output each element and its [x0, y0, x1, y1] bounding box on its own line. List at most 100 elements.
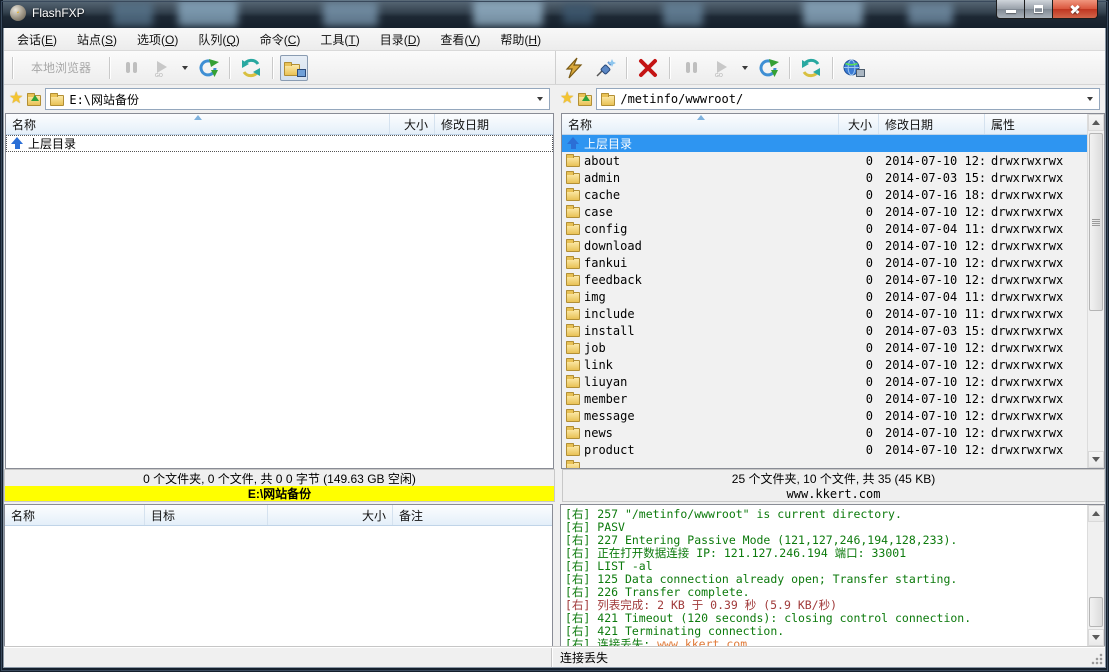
table-row[interactable]: install02014-07-03 15:55drwxrwxrwx	[562, 322, 1087, 339]
site-browser-button[interactable]	[840, 55, 868, 81]
start-queue-dropdown[interactable]	[179, 55, 191, 81]
menu-item-D[interactable]: 目录(D)	[371, 28, 430, 51]
scroll-up-button[interactable]	[1088, 114, 1104, 131]
menu-item-S[interactable]: 站点(S)	[68, 28, 126, 51]
refresh-button[interactable]	[237, 55, 265, 81]
up-directory-row[interactable]: 上层目录	[6, 135, 553, 152]
close-button[interactable]	[1053, 0, 1098, 19]
resize-grip[interactable]	[1091, 653, 1103, 665]
pause-queue-button[interactable]	[117, 55, 145, 81]
table-row[interactable]: member02014-07-10 12:47drwxrwxrwx	[562, 390, 1087, 407]
toolbar-separator	[832, 57, 833, 79]
remote-refresh-button[interactable]	[797, 55, 825, 81]
row-date-cell: 2014-07-10 12:47	[879, 237, 985, 254]
remote-path-value: /metinfo/wwwroot/	[620, 92, 1077, 106]
log-text: [右] LIST -al	[565, 559, 653, 573]
remote-transfer-button[interactable]	[754, 55, 782, 81]
minimize-button[interactable]	[996, 0, 1025, 19]
titlebar[interactable]: FlashFXP	[3, 0, 1106, 28]
table-row[interactable]: download02014-07-10 12:47drwxrwxrwx	[562, 237, 1087, 254]
column-header-note[interactable]: 备注	[393, 505, 552, 525]
column-header-size[interactable]: 大小	[839, 114, 879, 134]
column-header-date[interactable]: 修改日期	[879, 114, 985, 134]
column-header-name[interactable]: 名称	[562, 114, 839, 134]
log-scrollbar[interactable]	[1087, 505, 1104, 646]
table-row[interactable]: message02014-07-10 12:47drwxrwxrwx	[562, 407, 1087, 424]
menu-item-Q[interactable]: 队列(Q)	[189, 28, 248, 51]
menu-item-T[interactable]: 工具(T)	[311, 28, 368, 51]
scroll-up-button[interactable]	[1088, 505, 1104, 522]
table-row[interactable]: link02014-07-10 12:47drwxrwxrwx	[562, 356, 1087, 373]
menu-item-H[interactable]: 帮助(H)	[491, 28, 550, 51]
scroll-down-button[interactable]	[1088, 451, 1104, 468]
minimize-icon	[1006, 10, 1016, 13]
table-row[interactable]: feedback02014-07-10 12:47drwxrwxrwx	[562, 271, 1087, 288]
table-row[interactable]: liuyan02014-07-10 12:47drwxrwxrwx	[562, 373, 1087, 390]
local-path-dropdown[interactable]	[532, 90, 547, 108]
column-header-name[interactable]: 名称	[6, 114, 390, 134]
column-header-size[interactable]: 大小	[390, 114, 435, 134]
local-browser-button[interactable]: 本地浏览器	[20, 55, 102, 81]
queue-list	[5, 526, 552, 646]
parent-folder-icon[interactable]	[578, 95, 592, 106]
row-date-cell: 2014-07-10 12:47	[879, 152, 985, 169]
pane-splitter[interactable]	[553, 504, 560, 647]
log-text: [右] 421 Timeout (120 seconds): closing c…	[565, 611, 971, 625]
table-row[interactable]: product02014-07-10 12:47drwxrwxrwx	[562, 441, 1087, 458]
disconnect-button[interactable]	[634, 55, 662, 81]
scrollbar-track[interactable]	[1088, 522, 1104, 629]
remote-path-dropdown[interactable]	[1082, 90, 1097, 108]
remote-list-scrollbar[interactable]	[1087, 114, 1104, 468]
table-row[interactable]: config02014-07-04 11:16drwxrwxrwx	[562, 220, 1087, 237]
column-header-date[interactable]: 修改日期	[435, 114, 553, 134]
column-label: 属性	[991, 116, 1015, 133]
favorites-star-icon[interactable]: ★	[9, 91, 23, 107]
menu-item-V[interactable]: 查看(V)	[431, 28, 489, 51]
menu-item-O[interactable]: 选项(O)	[128, 28, 187, 51]
table-row[interactable]: news02014-07-10 12:47drwxrwxrwx	[562, 424, 1087, 441]
folder-view-toggle[interactable]	[280, 55, 308, 81]
pane-splitter[interactable]	[554, 113, 561, 469]
folder-icon	[566, 258, 580, 269]
scrollbar-thumb[interactable]	[1089, 133, 1103, 311]
file-name: job	[584, 341, 606, 355]
table-row[interactable]: img02014-07-04 11:15drwxrwxrwx	[562, 288, 1087, 305]
table-row[interactable]: about02014-07-10 12:47drwxrwxrwx	[562, 152, 1087, 169]
table-row[interactable]: fankui02014-07-10 12:47drwxrwxrwx	[562, 254, 1087, 271]
column-header-attr[interactable]: 属性	[985, 114, 1087, 134]
connect-button[interactable]	[591, 55, 619, 81]
remote-path-combobox[interactable]: /metinfo/wwwroot/	[596, 88, 1100, 110]
menu-item-C[interactable]: 命令(C)	[251, 28, 310, 51]
favorites-star-icon[interactable]: ★	[560, 91, 574, 107]
up-directory-row[interactable]: 上层目录	[562, 135, 1087, 152]
remote-list-header: 名称 大小 修改日期 属性	[562, 114, 1087, 135]
scroll-down-button[interactable]	[1088, 629, 1104, 646]
menu-item-E[interactable]: 会话(E)	[8, 28, 66, 51]
log-pane: [右] 257 "/metinfo/wwwroot" is current di…	[560, 504, 1105, 647]
table-row[interactable]: include02014-07-10 11:17drwxrwxrwx	[562, 305, 1087, 322]
start-queue-button[interactable]	[148, 55, 176, 81]
column-header-size[interactable]: 大小	[268, 505, 393, 525]
table-row[interactable]: job02014-07-10 12:47drwxrwxrwx	[562, 339, 1087, 356]
column-header-target[interactable]: 目标	[145, 505, 268, 525]
table-row[interactable]: cache02014-07-16 18:03drwxrwxrwx	[562, 186, 1087, 203]
quick-connect-button[interactable]	[560, 55, 588, 81]
local-list-header: 名称 大小 修改日期	[6, 114, 553, 135]
remote-start-button[interactable]	[708, 55, 736, 81]
table-row[interactable]: admin02014-07-03 15:55drwxrwxrwx	[562, 169, 1087, 186]
remote-start-dropdown[interactable]	[739, 55, 751, 81]
transfer-button[interactable]	[194, 55, 222, 81]
local-path-combobox[interactable]: E:\网站备份	[45, 88, 550, 110]
maximize-button[interactable]	[1025, 0, 1053, 19]
file-name: liuyan	[584, 375, 627, 389]
scrollbar-thumb[interactable]	[1089, 597, 1103, 627]
table-row[interactable]: case02014-07-10 12:47drwxrwxrwx	[562, 203, 1087, 220]
parent-folder-icon[interactable]	[27, 95, 41, 106]
row-date-cell: 2014-07-04 11:15	[879, 288, 985, 305]
row-date-cell: 2014-07-10 12:47	[879, 356, 985, 373]
folder-icon	[566, 173, 580, 184]
queue-pane: 名称 目标 大小 备注	[4, 504, 553, 647]
remote-pause-button[interactable]	[677, 55, 705, 81]
column-header-name[interactable]: 名称	[5, 505, 145, 525]
scrollbar-track[interactable]	[1088, 131, 1104, 451]
